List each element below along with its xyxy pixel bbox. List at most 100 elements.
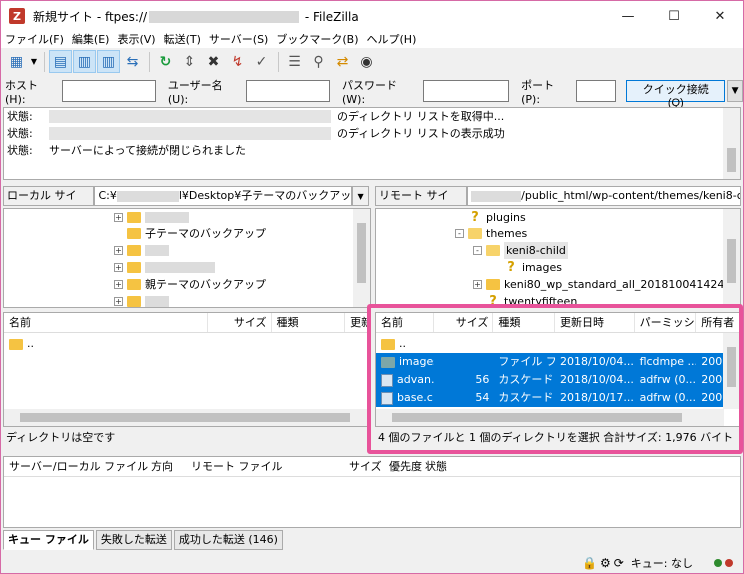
tree-item-themes[interactable]: - themes — [455, 225, 527, 242]
column-size[interactable]: サイズ — [434, 313, 494, 332]
column-name[interactable]: 名前 — [4, 313, 208, 332]
tree-item-images[interactable]: ? images — [504, 259, 562, 276]
css-file-icon — [381, 373, 393, 387]
column-remote-file[interactable]: リモート ファイル — [186, 457, 344, 476]
column-size[interactable]: サイズ — [344, 457, 384, 476]
tree-item[interactable]: 子テーマのバックアップ — [127, 225, 266, 242]
tree-item-plugins[interactable]: ? plugins — [468, 209, 526, 226]
host-input[interactable] — [61, 80, 156, 102]
site-manager-dropdown-icon[interactable]: ▼ — [29, 50, 39, 73]
minimize-button[interactable]: — — [605, 1, 651, 31]
expand-icon[interactable]: + — [114, 213, 123, 222]
toggle-log-icon[interactable]: ▤ — [49, 50, 72, 73]
scroll-thumb[interactable] — [20, 413, 350, 422]
column-local-file[interactable]: サーバー/ローカル ファイル — [4, 457, 148, 476]
tree-item[interactable]: + 親テーマのバックアップ — [114, 276, 266, 293]
column-size[interactable]: サイズ — [208, 313, 272, 332]
column-type[interactable]: 種類 — [493, 313, 556, 332]
column-name[interactable]: 名前 — [376, 313, 434, 332]
list-item[interactable]: .. — [4, 335, 370, 353]
collapse-icon[interactable]: - — [455, 229, 464, 238]
table-row[interactable]: base.c 54 カスケード ... 2018/10/17... adfrw … — [376, 389, 740, 407]
remote-site-path[interactable]: /public_html/wp-content/themes/keni8-chi… — [467, 186, 741, 206]
table-row[interactable]: advan... 56 カスケード ... 2018/10/04... adfr… — [376, 371, 740, 389]
toggle-sync-browsing-icon[interactable]: ⚲ — [307, 50, 330, 73]
user-input[interactable] — [245, 80, 330, 102]
tree-item[interactable]: + — [114, 293, 169, 307]
collapse-icon[interactable]: - — [473, 246, 482, 255]
menu-server[interactable]: サーバー(S) — [205, 31, 272, 48]
remote-tree-scrollbar[interactable] — [723, 209, 740, 307]
folder-open-icon — [468, 228, 482, 239]
log-scroll-thumb[interactable] — [727, 148, 736, 172]
directory-listing-filters-icon[interactable]: ☰ — [283, 50, 306, 73]
tree-item[interactable]: + — [114, 209, 189, 226]
remote-list-vscrollbar[interactable] — [723, 333, 740, 409]
tree-item[interactable]: + — [114, 259, 215, 276]
tree-item-keni8-child[interactable]: - keni8-child — [473, 242, 568, 259]
directory-comparison-icon[interactable]: ⇄ — [331, 50, 354, 73]
scroll-thumb[interactable] — [357, 223, 366, 283]
log-scrollbar[interactable] — [723, 108, 740, 179]
local-list-hscrollbar[interactable] — [4, 409, 370, 426]
file-date: 2018/10/17... — [560, 391, 634, 404]
log-text: サーバーによって接続が閉じられました — [49, 144, 247, 157]
column-priority[interactable]: 優先度 — [384, 457, 422, 476]
tree-item[interactable]: + — [114, 242, 169, 259]
menu-transfer[interactable]: 転送(T) — [160, 31, 205, 48]
quickconnect-bar: ホスト(H): ユーザー名(U): パスワード(W): ポート(P): クイック… — [1, 77, 743, 109]
menu-help[interactable]: ヘルプ(H) — [363, 31, 421, 48]
table-row[interactable]: .. — [376, 335, 740, 353]
port-input[interactable] — [576, 80, 617, 102]
filezilla-window: Z 新規サイト - ftpes:// - FileZilla — ☐ ✕ ファイ… — [0, 0, 744, 574]
disconnect-icon[interactable]: ↯ — [226, 50, 249, 73]
tab-queued-files[interactable]: キュー ファイル — [3, 530, 94, 550]
site-manager-icon[interactable]: ▦ — [5, 50, 28, 73]
file-type: カスケード ... — [498, 373, 555, 386]
tree-item-twentyfifteen[interactable]: ? twentyfifteen — [486, 293, 577, 307]
tree-item-keni80[interactable]: + keni80_wp_standard_all_201810041424 — [473, 276, 724, 293]
column-modified[interactable]: 更新 — [345, 313, 370, 332]
scroll-thumb[interactable] — [727, 239, 736, 283]
speed-limit-icon[interactable]: ⚙ — [600, 556, 611, 570]
column-permissions[interactable]: パーミッシ — [635, 313, 697, 332]
local-site-bar: ローカル サイト: C:¥ l¥Desktop¥子テーマのバックアップ¥ ▼ — [3, 185, 369, 220]
scroll-thumb[interactable] — [392, 413, 682, 422]
local-site-dropdown-icon[interactable]: ▼ — [352, 186, 369, 206]
scroll-thumb[interactable] — [727, 347, 736, 387]
column-direction[interactable]: 方向 — [146, 457, 186, 476]
expand-icon[interactable]: + — [114, 246, 123, 255]
sync-icon[interactable]: ⟳ — [614, 556, 624, 570]
password-input[interactable] — [423, 80, 510, 102]
column-owner[interactable]: 所有者 — [696, 313, 740, 332]
table-row[interactable]: images ファイル フ... 2018/10/04... flcdmpe .… — [376, 353, 740, 371]
quickconnect-button[interactable]: クイック接続(Q) — [626, 80, 726, 109]
quickconnect-dropdown-icon[interactable]: ▼ — [727, 80, 743, 102]
column-type[interactable]: 種類 — [272, 313, 346, 332]
column-status[interactable]: 状態 — [420, 457, 460, 476]
toggle-local-tree-icon[interactable]: ▥ — [73, 50, 96, 73]
search-remote-files-icon[interactable]: ◉ — [355, 50, 378, 73]
menu-view[interactable]: 表示(V) — [113, 31, 159, 48]
cancel-icon[interactable]: ✖ — [202, 50, 225, 73]
menu-edit[interactable]: 編集(E) — [68, 31, 114, 48]
local-tree-scrollbar[interactable] — [353, 209, 370, 307]
menu-bookmarks[interactable]: ブックマーク(B) — [272, 31, 362, 48]
close-button[interactable]: ✕ — [697, 1, 743, 31]
toggle-queue-icon[interactable]: ⇆ — [121, 50, 144, 73]
column-modified[interactable]: 更新日時 — [555, 313, 635, 332]
maximize-button[interactable]: ☐ — [651, 1, 697, 31]
reconnect-icon[interactable]: ✓ — [250, 50, 273, 73]
tab-successful-transfers[interactable]: 成功した転送 (146) — [173, 530, 283, 550]
process-queue-icon[interactable]: ⇕ — [178, 50, 201, 73]
refresh-icon[interactable]: ↻ — [154, 50, 177, 73]
menu-file[interactable]: ファイル(F) — [1, 31, 68, 48]
expand-icon[interactable]: + — [473, 280, 482, 289]
expand-icon[interactable]: + — [114, 297, 123, 306]
tab-failed-transfers[interactable]: 失敗した転送 — [95, 530, 172, 550]
toggle-remote-tree-icon[interactable]: ▥ — [97, 50, 120, 73]
local-site-path[interactable]: C:¥ l¥Desktop¥子テーマのバックアップ¥ — [94, 186, 353, 206]
expand-icon[interactable]: + — [114, 280, 123, 289]
expand-icon[interactable]: + — [114, 263, 123, 272]
remote-list-hscrollbar[interactable] — [376, 409, 724, 426]
